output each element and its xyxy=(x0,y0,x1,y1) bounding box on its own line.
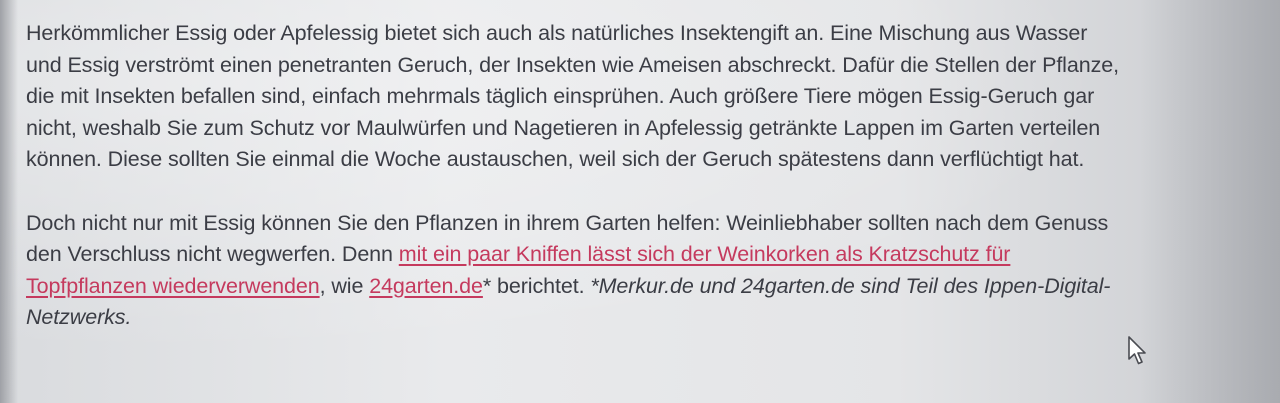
article-paragraph-wine-cork: Doch nicht nur mit Essig können Sie den … xyxy=(26,208,1126,334)
screen-edge-shadow-right xyxy=(1140,0,1280,403)
article-paragraph-vinegar: Herkömmlicher Essig oder Apfelessig biet… xyxy=(26,21,1119,171)
screen-edge-shadow-left xyxy=(0,0,18,403)
mouse-pointer-icon xyxy=(1128,336,1146,365)
paragraph-after-text: * berichtet. xyxy=(482,273,591,298)
paragraph-mid-text: , wie xyxy=(319,273,370,298)
24garten-link[interactable]: 24garten.de xyxy=(369,274,483,298)
screen-background: Herkömmlicher Essig oder Apfelessig biet… xyxy=(0,0,1280,403)
article-body: Herkömmlicher Essig oder Apfelessig biet… xyxy=(26,18,1126,334)
